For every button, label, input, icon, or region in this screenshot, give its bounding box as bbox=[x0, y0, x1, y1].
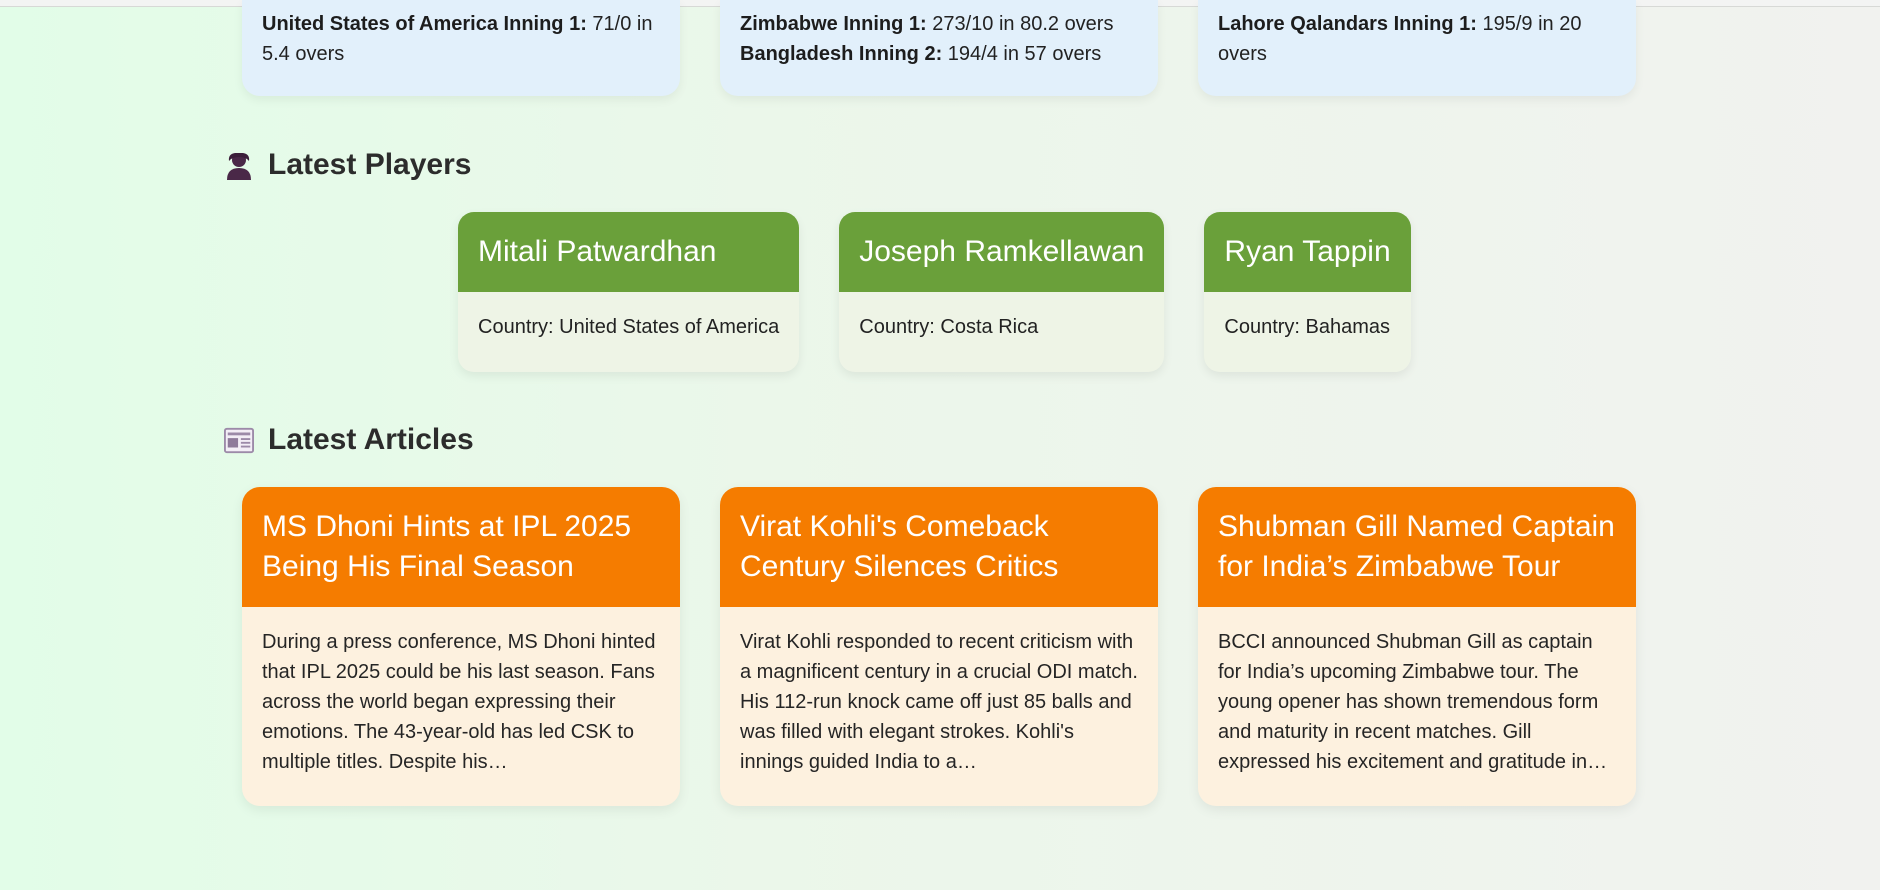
inning-line: Bangladesh Inning 2: 194/4 in 57 overs bbox=[740, 39, 1138, 69]
article-card[interactable]: MS Dhoni Hints at IPL 2025 Being His Fin… bbox=[242, 487, 680, 806]
inning-team: Lahore Qalandars Inning 1: bbox=[1218, 13, 1477, 35]
inning-line: Zimbabwe Inning 1: 273/10 in 80.2 overs bbox=[740, 9, 1138, 39]
match-cards-row: United States of America Inning 1: 71/0 … bbox=[242, 0, 1636, 96]
article-title[interactable]: Shubman Gill Named Captain for India’s Z… bbox=[1198, 487, 1636, 607]
article-excerpt: During a press conference, MS Dhoni hint… bbox=[262, 631, 656, 773]
player-name: Joseph Ramkellawan bbox=[839, 212, 1165, 292]
section-title: Latest Articles bbox=[268, 423, 474, 456]
inning-team: Zimbabwe Inning 1: bbox=[740, 13, 927, 35]
player-name: Mitali Patwardhan bbox=[458, 212, 800, 292]
player-card[interactable]: Joseph Ramkellawan Country: Costa Rica bbox=[839, 212, 1165, 372]
articles-section-heading: Latest Articles bbox=[224, 423, 474, 457]
player-country: Country: Bahamas bbox=[1224, 316, 1391, 338]
player-card[interactable]: Mitali Patwardhan Country: United States… bbox=[458, 212, 800, 372]
player-cards-row: Mitali Patwardhan Country: United States… bbox=[458, 212, 1411, 372]
inning-line: United States of America Inning 1: 71/0 … bbox=[262, 9, 660, 69]
player-card[interactable]: Ryan Tappin Country: Bahamas bbox=[1204, 212, 1411, 372]
player-country: Country: Costa Rica bbox=[859, 316, 1039, 338]
article-cards-row: MS Dhoni Hints at IPL 2025 Being His Fin… bbox=[242, 487, 1636, 806]
article-card[interactable]: Virat Kohli's Comeback Century Silences … bbox=[720, 487, 1158, 806]
inning-score: 273/10 in 80.2 overs bbox=[926, 13, 1114, 35]
inning-team: Bangladesh Inning 2: bbox=[740, 43, 943, 65]
inning-team: United States of America Inning 1: bbox=[262, 13, 587, 35]
article-title[interactable]: Virat Kohli's Comeback Century Silences … bbox=[720, 487, 1158, 607]
inning-score: 194/4 in 57 overs bbox=[942, 43, 1102, 65]
match-card[interactable]: Lahore Qalandars Inning 1: 195/9 in 20 o… bbox=[1198, 0, 1636, 96]
person-icon bbox=[224, 150, 254, 180]
inning-line: Lahore Qalandars Inning 1: 195/9 in 20 o… bbox=[1218, 9, 1616, 69]
match-card[interactable]: Zimbabwe Inning 1: 273/10 in 80.2 overs … bbox=[720, 0, 1158, 96]
section-title: Latest Players bbox=[268, 148, 472, 181]
player-name: Ryan Tappin bbox=[1204, 212, 1411, 292]
article-title[interactable]: MS Dhoni Hints at IPL 2025 Being His Fin… bbox=[242, 487, 680, 607]
article-card[interactable]: Shubman Gill Named Captain for India’s Z… bbox=[1198, 487, 1636, 806]
newspaper-icon bbox=[224, 425, 254, 455]
article-excerpt: Virat Kohli responded to recent criticis… bbox=[740, 631, 1138, 773]
article-excerpt: BCCI announced Shubman Gill as captain f… bbox=[1218, 631, 1608, 773]
players-section-heading: Latest Players bbox=[224, 148, 471, 182]
player-country: Country: United States of America bbox=[478, 316, 780, 338]
match-card[interactable]: United States of America Inning 1: 71/0 … bbox=[242, 0, 680, 96]
